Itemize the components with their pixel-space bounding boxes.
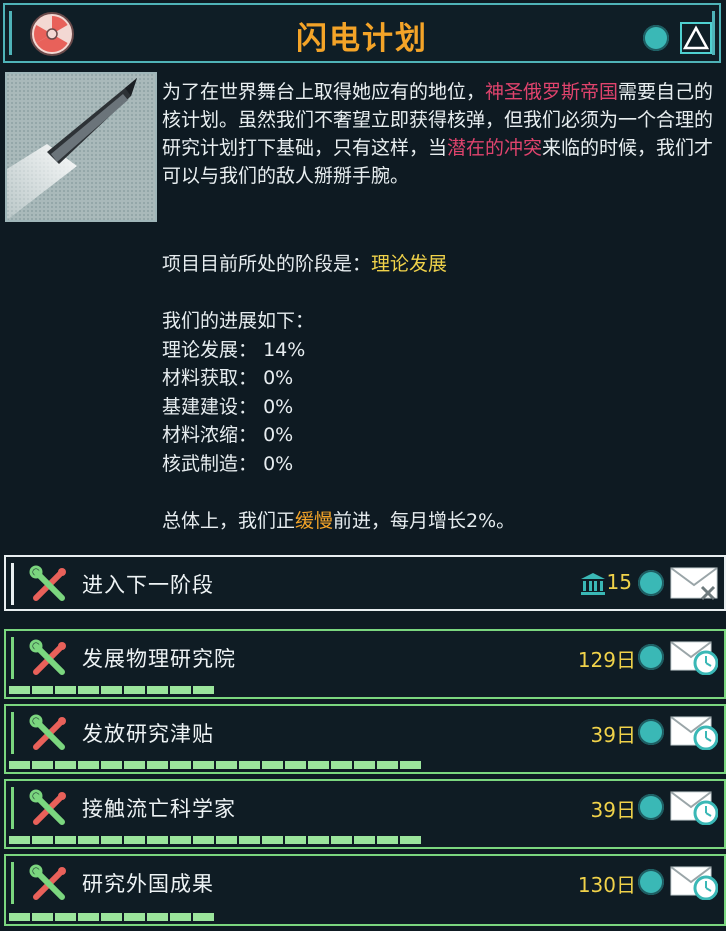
circle-button[interactable] xyxy=(638,794,664,820)
progress-value: 0% xyxy=(263,395,294,418)
tools-icon xyxy=(29,639,66,675)
progress-label: 材料获取： xyxy=(162,367,258,390)
action-project[interactable]: 接触流亡科学家 39日 xyxy=(4,779,726,849)
conflict-link[interactable]: 潜在的冲突 xyxy=(447,137,542,159)
action-duration: 130日 xyxy=(577,873,636,897)
progress-item: 材料浓缩： 0% xyxy=(162,421,314,450)
progress-fill xyxy=(9,913,216,921)
row-edge xyxy=(11,563,14,605)
tools-icon xyxy=(29,864,66,900)
desc-text: 为了在世界舞台上取得她应有的地位， xyxy=(162,81,486,103)
action-project[interactable]: 发展物理研究院 129日 xyxy=(4,629,726,699)
progress-bar xyxy=(9,836,721,844)
envelope-clock-icon[interactable] xyxy=(670,641,718,675)
stage-label: 项目目前所处的阶段是： xyxy=(162,253,372,275)
summary-text: 总体上，我们正 xyxy=(162,510,296,532)
progress-value: 14% xyxy=(263,338,306,361)
circle-button[interactable] xyxy=(638,570,664,596)
progress-fill xyxy=(9,836,422,844)
progress-bar xyxy=(9,761,721,769)
progress-label: 核武制造： xyxy=(162,452,258,475)
project-description: 为了在世界舞台上取得她应有的地位，神圣俄罗斯帝国需要自己的核计划。虽然我们不奢望… xyxy=(162,78,722,190)
action-duration: 39日 xyxy=(590,798,636,822)
action-next-stage[interactable]: 进入下一阶段 15 xyxy=(4,555,726,611)
stage-value: 理论发展 xyxy=(371,253,448,275)
row-edge xyxy=(11,787,14,829)
envelope-clock-icon[interactable] xyxy=(670,716,718,750)
progress-label: 基建建设： xyxy=(162,395,258,418)
envelope-clock-icon[interactable] xyxy=(670,866,718,900)
progress-value: 0% xyxy=(263,367,294,390)
circle-button[interactable] xyxy=(638,869,664,895)
triangle-icon xyxy=(682,25,710,50)
progress-bar xyxy=(9,686,721,694)
action-duration: 129日 xyxy=(577,648,636,672)
action-label: 接触流亡科学家 xyxy=(82,797,236,821)
bank-icon xyxy=(581,573,605,595)
speed-value: 缓慢 xyxy=(295,510,334,532)
action-label: 发放研究津贴 xyxy=(82,722,214,746)
progress-fill xyxy=(9,761,422,769)
tools-icon xyxy=(29,789,66,825)
progress-item: 核武制造： 0% xyxy=(162,450,314,479)
action-label: 研究外国成果 xyxy=(82,872,214,896)
action-project[interactable]: 研究外国成果 130日 xyxy=(4,854,726,926)
progress-bar xyxy=(9,913,721,921)
circle-button[interactable] xyxy=(638,644,664,670)
envelope-icon[interactable] xyxy=(670,567,718,601)
triangle-button[interactable] xyxy=(680,22,712,54)
progress-value: 0% xyxy=(263,452,294,475)
action-label: 发展物理研究院 xyxy=(82,647,236,671)
action-cost: 15 xyxy=(606,570,632,594)
progress-heading: 我们的进展如下： xyxy=(162,310,315,332)
project-title: 闪电计划 xyxy=(296,21,428,57)
progress-list: 我们的进展如下： 理论发展： 14% 材料获取： 0% 基建建设： 0% 材料浓… xyxy=(162,307,314,479)
current-stage: 项目目前所处的阶段是：理论发展 xyxy=(162,250,447,278)
row-edge xyxy=(11,862,14,904)
nation-link[interactable]: 神圣俄罗斯帝国 xyxy=(485,81,618,103)
tools-icon xyxy=(29,565,66,601)
row-edge xyxy=(11,637,14,679)
row-edge xyxy=(11,712,14,754)
progress-item: 材料获取： 0% xyxy=(162,364,314,393)
summary-text: 前进，每月增长2%。 xyxy=(333,510,516,532)
circle-button[interactable] xyxy=(638,719,664,745)
progress-summary: 总体上，我们正缓慢前进，每月增长2%。 xyxy=(162,507,515,535)
tools-icon xyxy=(29,714,66,750)
missile-image xyxy=(7,74,155,220)
progress-item: 基建建设： 0% xyxy=(162,393,314,422)
progress-value: 0% xyxy=(263,424,294,447)
circle-button[interactable] xyxy=(643,25,669,51)
action-label: 进入下一阶段 xyxy=(82,573,214,597)
progress-fill xyxy=(9,686,216,694)
missile-portrait xyxy=(5,72,157,222)
progress-label: 理论发展： xyxy=(162,338,258,361)
envelope-clock-icon[interactable] xyxy=(670,791,718,825)
action-duration: 39日 xyxy=(590,723,636,747)
progress-item: 理论发展： 14% xyxy=(162,336,314,365)
progress-label: 材料浓缩： xyxy=(162,424,258,447)
action-project[interactable]: 发放研究津贴 39日 xyxy=(4,704,726,774)
title-bar: 闪电计划 xyxy=(3,3,721,63)
